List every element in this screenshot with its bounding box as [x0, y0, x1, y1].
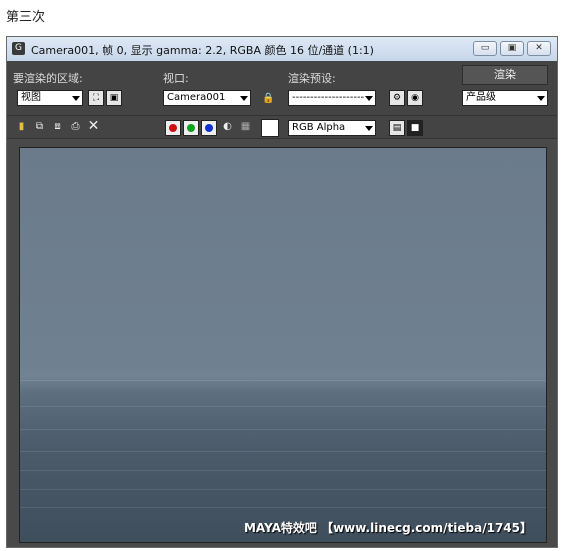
clone-icon[interactable]: ⧈ — [51, 120, 64, 133]
chevron-down-icon — [240, 96, 248, 101]
clear-icon[interactable]: ✕ — [87, 119, 100, 133]
chevron-down-icon — [365, 96, 373, 101]
quality-dropdown-value: 产品级 — [466, 92, 496, 103]
blue-channel-button[interactable] — [201, 120, 217, 136]
viewport-label: 视口: — [163, 72, 189, 85]
blue-dot-icon — [205, 124, 213, 132]
wave-line — [20, 451, 546, 452]
wave-line — [20, 380, 546, 381]
chevron-down-icon — [537, 96, 545, 101]
green-dot-icon — [187, 124, 195, 132]
render-frame-window: G Camera001, 帧 0, 显示 gamma: 2.2, RGBA 颜色… — [6, 36, 558, 548]
chevron-down-icon — [72, 96, 80, 101]
lock-icon[interactable]: 🔒 — [262, 92, 275, 105]
watermark: MAYA特效吧 【www.linecg.com/tieba/1745】 — [243, 521, 532, 535]
minimize-button[interactable]: ▭ — [473, 41, 497, 56]
display-toggle-icon[interactable]: ▤ — [389, 120, 405, 136]
wave-line — [20, 406, 546, 407]
auto-region-icon[interactable]: ▣ — [106, 90, 122, 106]
title-bar[interactable]: G Camera001, 帧 0, 显示 gamma: 2.2, RGBA 颜色… — [7, 37, 557, 62]
area-label: 要渲染的区域: — [13, 72, 83, 85]
chevron-down-icon — [365, 126, 373, 131]
copy-icon[interactable]: ⧉ — [33, 120, 46, 133]
page-caption: 第三次 — [6, 10, 46, 25]
render-settings-panel: 要渲染的区域: 视图 ⛶ ▣ 视口: Camera001 🔒 渲染预设: ---… — [7, 61, 557, 115]
red-dot-icon — [169, 124, 177, 132]
preset-dropdown-value: -------------------- — [292, 92, 365, 103]
environment-icon[interactable]: ◉ — [407, 90, 423, 106]
frame-toolbar: ▮ ⧉ ⧈ ⎙ ✕ ◐ ▦ RGB Alpha ▤ ■ — [7, 115, 557, 139]
mono-icon[interactable]: ◐ — [221, 120, 234, 133]
wave-line — [20, 470, 546, 471]
wave-line — [20, 507, 546, 508]
preset-dropdown[interactable]: -------------------- — [288, 90, 376, 106]
viewport-frame: MAYA特效吧 【www.linecg.com/tieba/1745】 — [7, 139, 557, 547]
render-setup-icon[interactable]: ⚙ — [389, 90, 405, 106]
green-channel-button[interactable] — [183, 120, 199, 136]
red-channel-button[interactable] — [165, 120, 181, 136]
area-dropdown[interactable]: 视图 — [17, 90, 83, 106]
channel-dropdown-value: RGB Alpha — [292, 122, 346, 133]
render-button[interactable]: 渲染 — [462, 65, 548, 85]
close-button[interactable]: ✕ — [527, 41, 551, 56]
alpha-icon[interactable]: ▦ — [239, 120, 252, 133]
maximize-button[interactable]: ▣ — [500, 41, 524, 56]
app-icon: G — [12, 42, 25, 55]
edit-region-icon[interactable]: ⛶ — [88, 90, 104, 106]
preset-label: 渲染预设: — [288, 72, 336, 85]
save-icon[interactable]: ▮ — [15, 120, 28, 133]
channel-dropdown[interactable]: RGB Alpha — [288, 120, 376, 136]
rendered-ocean-image: MAYA特效吧 【www.linecg.com/tieba/1745】 — [19, 147, 547, 543]
display-window-icon[interactable]: ■ — [407, 120, 423, 136]
viewport-dropdown[interactable]: Camera001 — [163, 90, 251, 106]
window-title: Camera001, 帧 0, 显示 gamma: 2.2, RGBA 颜色 1… — [31, 44, 374, 57]
quality-dropdown[interactable]: 产品级 — [462, 90, 548, 106]
color-swatch[interactable] — [261, 119, 279, 137]
wave-line — [20, 489, 546, 490]
print-icon[interactable]: ⎙ — [69, 120, 82, 133]
viewport-dropdown-value: Camera001 — [167, 92, 226, 103]
wave-line — [20, 429, 546, 430]
area-dropdown-value: 视图 — [21, 92, 41, 103]
